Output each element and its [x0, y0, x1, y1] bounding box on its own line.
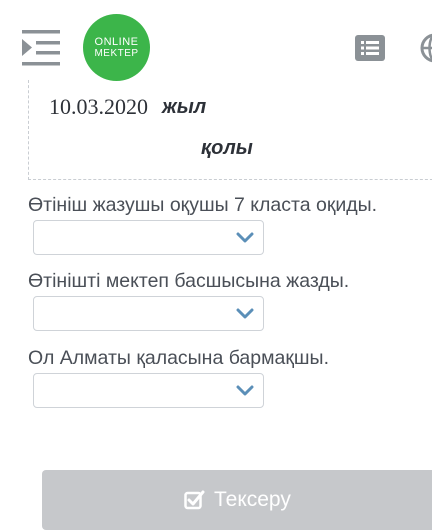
check-button-label: Тексеру — [214, 488, 291, 512]
list-icon[interactable] — [355, 35, 385, 61]
check-button[interactable]: Тексеру — [42, 470, 432, 530]
question-1-text: Өтініш жазушы оқушы 7 класта оқиды. — [28, 194, 377, 217]
logo-line1: ONLINE — [95, 37, 139, 48]
globe-icon[interactable] — [420, 33, 432, 63]
online-mektep-logo[interactable]: ONLINE MEKTEP — [83, 14, 150, 81]
document-signature-label: қолы — [201, 137, 253, 160]
logo-line2: MEKTEP — [94, 49, 138, 59]
chevron-down-icon — [236, 384, 254, 398]
answer-select-3[interactable] — [33, 373, 264, 408]
chevron-down-icon — [236, 231, 254, 245]
question-3-text: Ол Алматы қаласына бармақшы. — [28, 347, 329, 370]
answer-select-2[interactable] — [33, 296, 264, 331]
answer-select-1[interactable] — [33, 220, 264, 255]
check-square-icon — [184, 489, 206, 511]
menu-icon[interactable] — [22, 30, 62, 66]
question-2-text: Өтінішті мектеп басшысына жазды. — [28, 270, 349, 293]
chevron-down-icon — [236, 307, 254, 321]
document-year-word: жыл — [162, 96, 206, 119]
document-date: 10.03.2020 — [49, 94, 148, 120]
